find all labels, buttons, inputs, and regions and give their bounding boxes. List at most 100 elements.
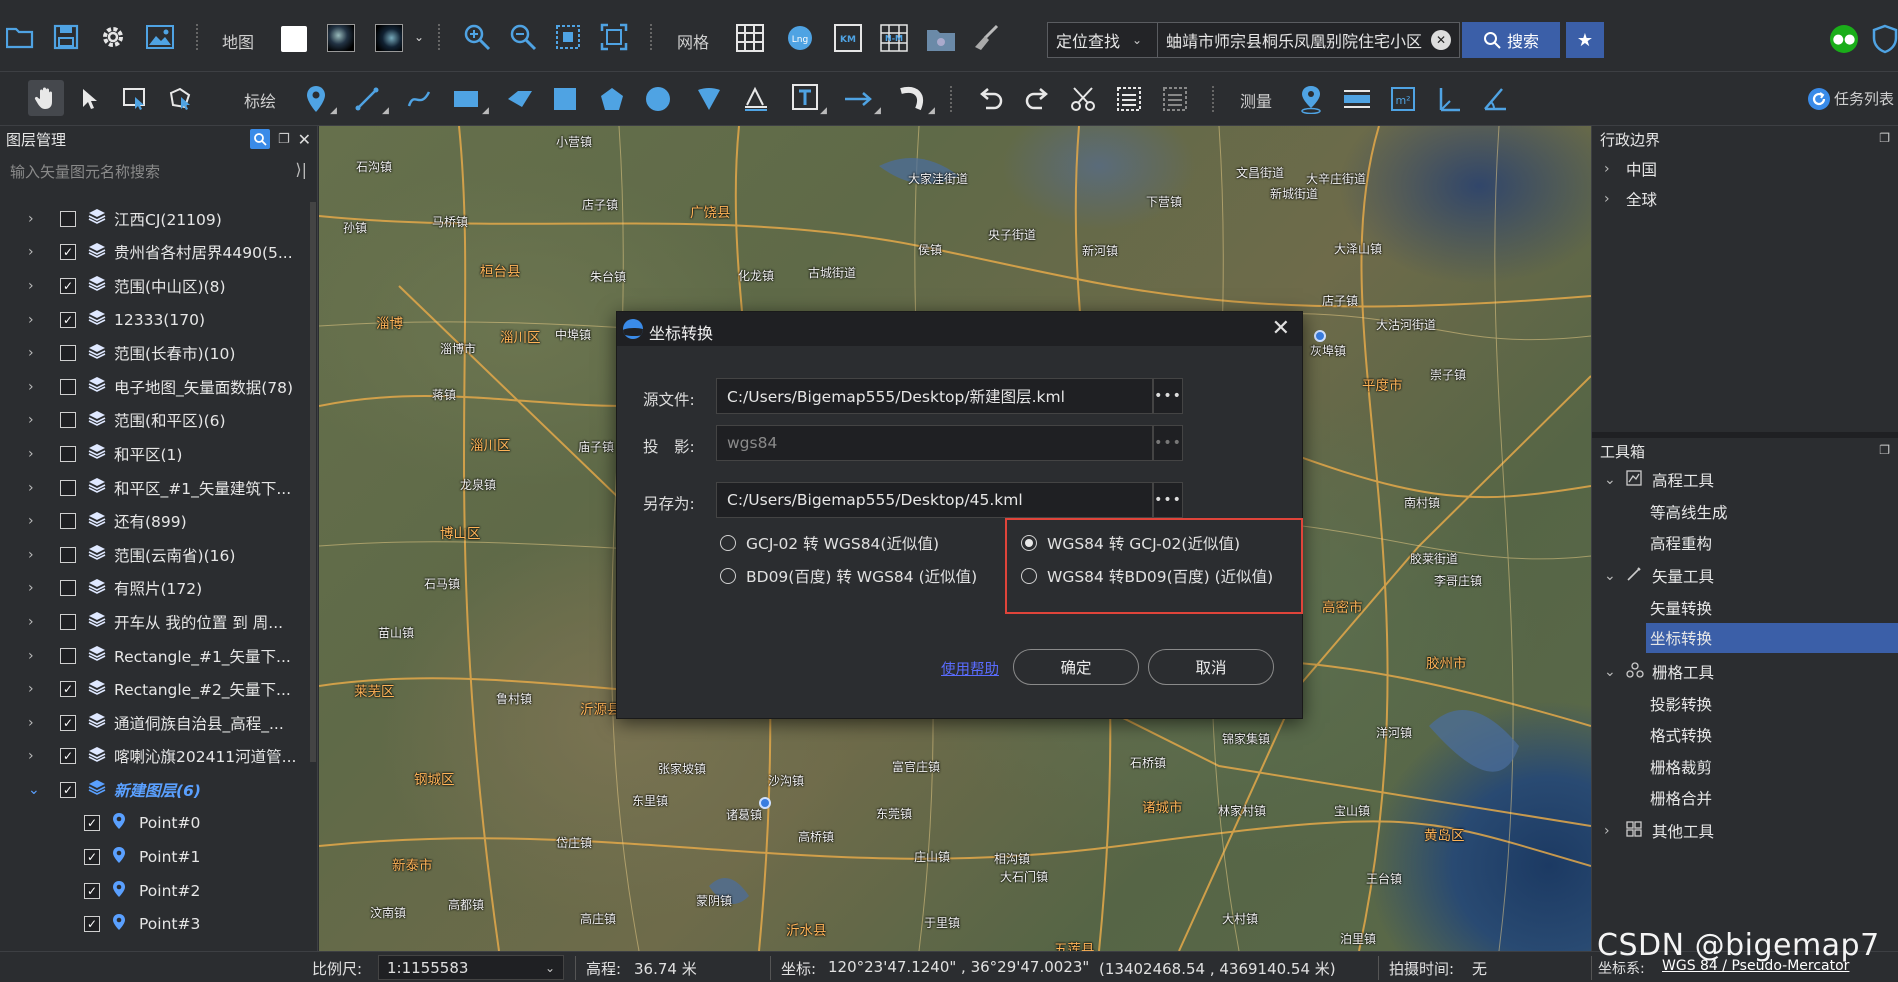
line-dropdown-icon[interactable]: ◢ bbox=[382, 106, 389, 116]
layer-checkbox[interactable] bbox=[60, 580, 76, 597]
layer-row[interactable]: › 范围(和平区)(6) bbox=[0, 404, 310, 438]
layer-checkbox[interactable] bbox=[60, 647, 76, 664]
chevron-right-icon[interactable]: › bbox=[28, 312, 34, 328]
km-grid-icon[interactable]: KM bbox=[832, 22, 864, 54]
sector-draw-icon[interactable] bbox=[694, 84, 724, 114]
arrow-draw-icon[interactable] bbox=[842, 84, 874, 114]
restore-window-icon[interactable]: ❐ bbox=[1879, 443, 1890, 457]
task-refresh-icon[interactable] bbox=[1806, 86, 1832, 112]
curved-arrow-icon[interactable] bbox=[896, 84, 928, 114]
redo-icon[interactable] bbox=[1022, 84, 1052, 114]
layer-row[interactable]: › 江西CJ(21109) bbox=[0, 202, 310, 236]
chevron-down-icon[interactable]: ⌄ bbox=[28, 782, 40, 798]
clear-input-icon[interactable]: ✕ bbox=[1431, 30, 1451, 50]
layer-checkbox[interactable] bbox=[60, 546, 76, 563]
line-draw-icon[interactable] bbox=[352, 84, 382, 114]
layer-row[interactable]: › 范围(长春市)(10) bbox=[0, 336, 310, 370]
layer-checkbox[interactable]: ✓ bbox=[60, 748, 76, 765]
toolbox-group-vector[interactable]: ⌄ 矢量工具 bbox=[1592, 561, 1898, 591]
dialog-close-icon[interactable]: ✕ bbox=[1272, 316, 1290, 341]
source-browse-button[interactable]: ••• bbox=[1153, 378, 1183, 414]
layer-child-row[interactable]: ✓ Point#3 bbox=[0, 907, 310, 941]
zoom-out-icon[interactable] bbox=[508, 22, 538, 52]
tool-vector-convert[interactable]: 矢量转换 bbox=[1592, 593, 1898, 623]
pan-hand-icon[interactable] bbox=[28, 80, 64, 116]
undo-icon[interactable] bbox=[976, 84, 1006, 114]
measure-distance-icon[interactable] bbox=[1342, 84, 1372, 114]
chevron-right-icon[interactable]: › bbox=[28, 379, 34, 395]
layer-child-row[interactable]: ✓ Point#0 bbox=[0, 807, 310, 841]
image-icon[interactable] bbox=[145, 22, 175, 52]
toolbox-group-raster[interactable]: ⌄ 栅格工具 bbox=[1592, 657, 1898, 687]
layer-child-row[interactable]: ✓ Point#1 bbox=[0, 840, 310, 874]
layer-checkbox[interactable] bbox=[60, 210, 76, 227]
layer-scrollbar[interactable] bbox=[310, 202, 316, 762]
measure-height-icon[interactable] bbox=[1434, 84, 1464, 114]
parallelogram-draw-icon[interactable] bbox=[504, 84, 536, 114]
clear-brush-icon[interactable] bbox=[970, 22, 1002, 54]
layer-checkbox[interactable]: ✓ bbox=[60, 681, 76, 698]
tool-contour-generate[interactable]: 等高线生成 bbox=[1592, 497, 1898, 527]
layer-search-field[interactable]: 输入矢量图元名称搜索 ⟩| bbox=[0, 156, 317, 186]
layer-search-icon[interactable] bbox=[249, 129, 270, 149]
layer-row[interactable]: › 和平区(1) bbox=[0, 437, 310, 471]
measure-angle-icon[interactable] bbox=[1480, 84, 1510, 114]
map-point-marker[interactable] bbox=[759, 797, 771, 809]
rectangle-dropdown-icon[interactable]: ◢ bbox=[482, 106, 489, 116]
arrow-dropdown-icon[interactable]: ◢ bbox=[874, 106, 881, 116]
layer-checkbox[interactable]: ✓ bbox=[60, 311, 76, 328]
square-draw-icon[interactable] bbox=[550, 84, 580, 114]
tool-format-convert[interactable]: 格式转换 bbox=[1592, 720, 1898, 750]
chevron-right-icon[interactable]: › bbox=[28, 748, 34, 764]
save-icon[interactable] bbox=[52, 22, 80, 52]
chevron-right-icon[interactable]: › bbox=[28, 446, 34, 462]
layer-row[interactable]: › 和平区_#1_矢量建筑下... bbox=[0, 471, 310, 505]
source-file-field[interactable]: C:/Users/Bigemap555/Desktop/新建图层.kml bbox=[716, 378, 1153, 414]
chevron-right-icon[interactable]: › bbox=[28, 681, 34, 697]
chevron-right-icon[interactable]: › bbox=[28, 480, 34, 496]
restore-window-icon[interactable]: ❐ bbox=[278, 132, 290, 147]
full-extent-icon[interactable] bbox=[599, 22, 629, 52]
label-box-icon[interactable] bbox=[790, 82, 822, 114]
layer-checkbox[interactable]: ✓ bbox=[60, 714, 76, 731]
settings-gear-icon[interactable] bbox=[98, 22, 128, 52]
map-source-chevron-down-icon[interactable]: ⌄ bbox=[412, 30, 426, 44]
layer-checkbox[interactable] bbox=[60, 378, 76, 395]
lnglat-grid-icon[interactable]: Lng bbox=[784, 22, 816, 54]
layer-checkbox[interactable] bbox=[60, 445, 76, 462]
label-dropdown-icon[interactable]: ◢ bbox=[820, 106, 827, 116]
curve-draw-icon[interactable] bbox=[404, 84, 434, 114]
radio-gcj02-to-wgs84[interactable]: GCJ-02 转 WGS84(近似值) bbox=[720, 532, 939, 554]
layer-checkbox[interactable]: ✓ bbox=[84, 815, 100, 832]
tool-raster-clip[interactable]: 栅格裁剪 bbox=[1592, 752, 1898, 782]
scissors-cut-icon[interactable] bbox=[1068, 84, 1098, 114]
save-as-field[interactable]: C:/Users/Bigemap555/Desktop/45.kml bbox=[716, 482, 1153, 518]
chevron-right-icon[interactable]: › bbox=[28, 715, 34, 731]
toolbox-group-elevation[interactable]: ⌄ 高程工具 bbox=[1592, 465, 1898, 495]
collapse-arrow-icon[interactable]: ⟩| bbox=[295, 160, 307, 179]
layer-row[interactable]: › 范围(云南省)(16) bbox=[0, 538, 310, 572]
nm-grid-icon[interactable]: N-M bbox=[878, 22, 910, 54]
text-annotation-icon[interactable] bbox=[740, 82, 772, 114]
wechat-icon[interactable]: ●● bbox=[1829, 24, 1859, 54]
layer-checkbox[interactable]: ✓ bbox=[60, 781, 76, 798]
blank-map-icon[interactable] bbox=[280, 25, 308, 53]
box-select-icon[interactable] bbox=[120, 84, 150, 114]
layer-checkbox[interactable]: ✓ bbox=[84, 916, 100, 933]
layer-row[interactable]: ⌄ ✓ 新建图层(6) bbox=[0, 773, 310, 807]
chevron-right-icon[interactable]: › bbox=[28, 648, 34, 664]
zoom-extent-icon[interactable] bbox=[553, 22, 583, 52]
cancel-button[interactable]: 取消 bbox=[1148, 649, 1274, 685]
locate-input[interactable] bbox=[1158, 23, 1431, 57]
layer-row[interactable]: › ✓ Rectangle_#2_矢量下... bbox=[0, 672, 310, 706]
ok-button[interactable]: 确定 bbox=[1013, 649, 1139, 685]
tool-raster-merge[interactable]: 栅格合并 bbox=[1592, 783, 1898, 813]
chevron-right-icon[interactable]: › bbox=[28, 412, 34, 428]
night-map-icon[interactable] bbox=[374, 22, 404, 54]
polygon-select-icon[interactable] bbox=[166, 84, 196, 114]
close-icon[interactable]: ✕ bbox=[298, 130, 311, 149]
chevron-right-icon[interactable]: › bbox=[28, 580, 34, 596]
layer-row[interactable]: › ✓ 贵州省各村居界4490(5... bbox=[0, 236, 310, 270]
layer-row[interactable]: › ✓ 喀喇沁旗202411河道管... bbox=[0, 740, 310, 774]
restore-window-icon[interactable]: ❐ bbox=[1879, 131, 1890, 145]
